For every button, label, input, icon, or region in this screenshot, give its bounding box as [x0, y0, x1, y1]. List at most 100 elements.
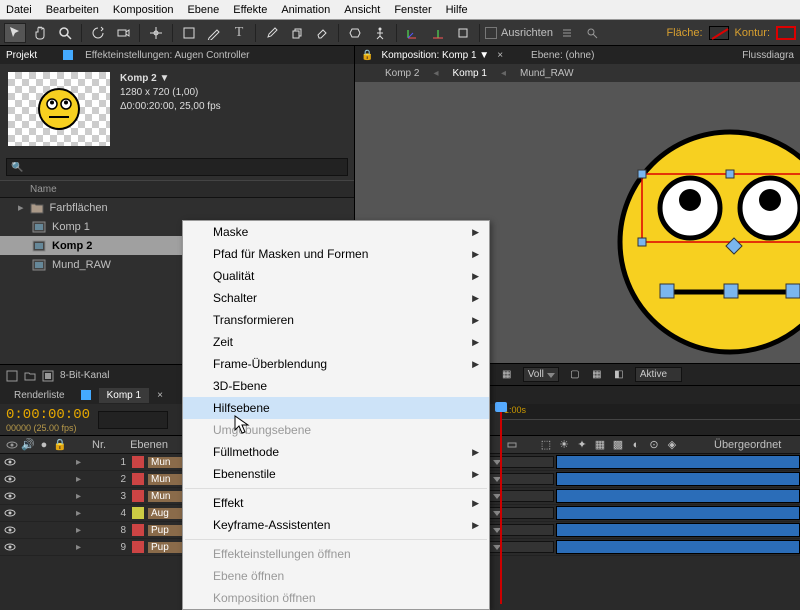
eye-icon[interactable]: [4, 524, 16, 536]
tab-projekt[interactable]: Projekt: [6, 50, 37, 61]
tab-layer[interactable]: Ebene: (ohne): [531, 50, 594, 61]
eye-icon[interactable]: [4, 490, 16, 502]
ctx-item[interactable]: Transformieren▶: [183, 309, 489, 331]
menu-bearbeiten[interactable]: Bearbeiten: [46, 4, 99, 16]
tab-composition[interactable]: Komposition: Komp 1 ▼: [381, 50, 489, 61]
bit-depth[interactable]: 8-Bit-Kanal: [60, 370, 109, 381]
3d-icon[interactable]: ◧: [613, 369, 625, 381]
menu-hilfe[interactable]: Hilfe: [446, 4, 468, 16]
cti-head[interactable]: [495, 402, 507, 412]
ctx-item[interactable]: 3D-Ebene: [183, 375, 489, 397]
audio-header-icon[interactable]: 🔊: [22, 439, 34, 451]
mask-icon[interactable]: ▦: [501, 369, 513, 381]
ctx-item[interactable]: Ebenenstile▶: [183, 463, 489, 485]
ctx-item[interactable]: Maske▶: [183, 221, 489, 243]
layer-bar[interactable]: [556, 489, 800, 503]
ctx-item: Effekteinstellungen öffnen: [183, 543, 489, 565]
camera-tool[interactable]: [112, 23, 134, 43]
folder-icon[interactable]: [24, 370, 36, 382]
eraser-tool[interactable]: [311, 23, 333, 43]
clone-tool[interactable]: [286, 23, 308, 43]
ctx-item: Komposition öffnen: [183, 587, 489, 609]
crumb-item-active[interactable]: Komp 1: [453, 68, 487, 79]
eye-icon[interactable]: [4, 507, 16, 519]
menu-komposition[interactable]: Komposition: [113, 4, 174, 16]
layer-bar[interactable]: [556, 472, 800, 486]
layer-search[interactable]: [98, 411, 168, 429]
resolution-select[interactable]: Voll: [523, 367, 559, 382]
local-axis-icon[interactable]: [402, 23, 424, 43]
tab-renderliste[interactable]: Renderliste: [6, 388, 73, 403]
pen-tool[interactable]: [203, 23, 225, 43]
ctx-item[interactable]: Keyframe-Assistenten▶: [183, 514, 489, 536]
tab-effekteinstellungen[interactable]: Effekteinstellungen: Augen Controller: [85, 50, 249, 61]
layer-bar[interactable]: [556, 506, 800, 520]
ctx-item[interactable]: Schalter▶: [183, 287, 489, 309]
comp-metadata: Komp 2 ▼ 1280 x 720 (1,00) Δ0:00:20:00, …: [120, 72, 221, 146]
eye-icon[interactable]: [4, 541, 16, 553]
comp-thumbnail[interactable]: [8, 72, 110, 146]
layer-context-menu: Maske▶Pfad für Masken und Formen▶Qualitä…: [182, 220, 490, 610]
new-comp-icon[interactable]: [42, 370, 54, 382]
menu-fenster[interactable]: Fenster: [394, 4, 431, 16]
tab-flowchart[interactable]: Flussdiagra: [742, 50, 794, 61]
ctx-item[interactable]: Füllmethode▶: [183, 441, 489, 463]
timeline-frame: 00000 (25.00 fps): [6, 423, 90, 433]
layer-bar[interactable]: [556, 455, 800, 469]
snap-options-icon[interactable]: [556, 23, 578, 43]
menu-ebene[interactable]: Ebene: [187, 4, 219, 16]
brush-tool[interactable]: [261, 23, 283, 43]
interpret-icon[interactable]: [6, 370, 18, 382]
transparency-icon[interactable]: ▦: [591, 369, 603, 381]
lock-icon[interactable]: 🔒: [361, 50, 373, 61]
crumb-item[interactable]: Mund_RAW: [520, 68, 574, 79]
timeline-timecode[interactable]: 0:00:00:00: [6, 407, 90, 423]
project-search[interactable]: [6, 158, 348, 176]
tab-komp1[interactable]: Komp 1: [99, 388, 149, 403]
layer-bar[interactable]: [556, 523, 800, 537]
project-item-folder[interactable]: ▸ Farbflächen: [0, 198, 354, 217]
ctx-item[interactable]: Zeit▶: [183, 331, 489, 353]
view-select[interactable]: Aktive: [635, 367, 682, 382]
stroke-swatch[interactable]: [776, 26, 796, 40]
ctx-item[interactable]: Pfad für Masken und Formen▶: [183, 243, 489, 265]
menu-datei[interactable]: Datei: [6, 4, 32, 16]
ctx-item[interactable]: Effekt▶: [183, 492, 489, 514]
ctx-item[interactable]: Hilfsebene: [183, 397, 489, 419]
ctx-item: Umgebungsebene: [183, 419, 489, 441]
menu-animation[interactable]: Animation: [281, 4, 330, 16]
eye-icon[interactable]: [4, 456, 16, 468]
roi-icon[interactable]: ▢: [569, 369, 581, 381]
ctx-item[interactable]: Frame-Überblendung▶: [183, 353, 489, 375]
hand-tool[interactable]: [29, 23, 51, 43]
text-tool[interactable]: T: [228, 23, 250, 43]
view-axis-icon[interactable]: [452, 23, 474, 43]
shy-icon[interactable]: [506, 439, 518, 451]
roto-tool[interactable]: [344, 23, 366, 43]
puppet-tool[interactable]: [369, 23, 391, 43]
zoom-tool[interactable]: [54, 23, 76, 43]
snap-toggle[interactable]: Ausrichten: [485, 27, 553, 39]
comp-breadcrumb: Komp 2 ◂ Komp 1 ◂ Mund_RAW: [355, 64, 800, 82]
eye-header-icon[interactable]: [6, 439, 18, 451]
eye-icon[interactable]: [4, 473, 16, 485]
rotate-tool[interactable]: [87, 23, 109, 43]
menu-ansicht[interactable]: Ansicht: [344, 4, 380, 16]
layer-bar[interactable]: [556, 540, 800, 554]
time-ruler[interactable]: 1:00s: [500, 404, 800, 420]
shape-tool[interactable]: [178, 23, 200, 43]
solo-header-icon[interactable]: ●: [38, 439, 50, 451]
menu-effekte[interactable]: Effekte: [233, 4, 267, 16]
fill-swatch[interactable]: [709, 26, 729, 40]
ctx-item[interactable]: Qualität▶: [183, 265, 489, 287]
lock-header-icon[interactable]: 🔒: [54, 439, 66, 451]
world-axis-icon[interactable]: [427, 23, 449, 43]
nr-header: Nr.: [92, 439, 106, 451]
col-name[interactable]: Name: [0, 180, 354, 198]
anchor-tool[interactable]: [145, 23, 167, 43]
crumb-item[interactable]: Komp 2: [385, 68, 419, 79]
selection-tool[interactable]: [4, 23, 26, 43]
switch-icon[interactable]: ⬚: [540, 439, 552, 451]
motion-blur-icon[interactable]: ◐: [630, 439, 642, 451]
search-icon[interactable]: [581, 23, 603, 43]
